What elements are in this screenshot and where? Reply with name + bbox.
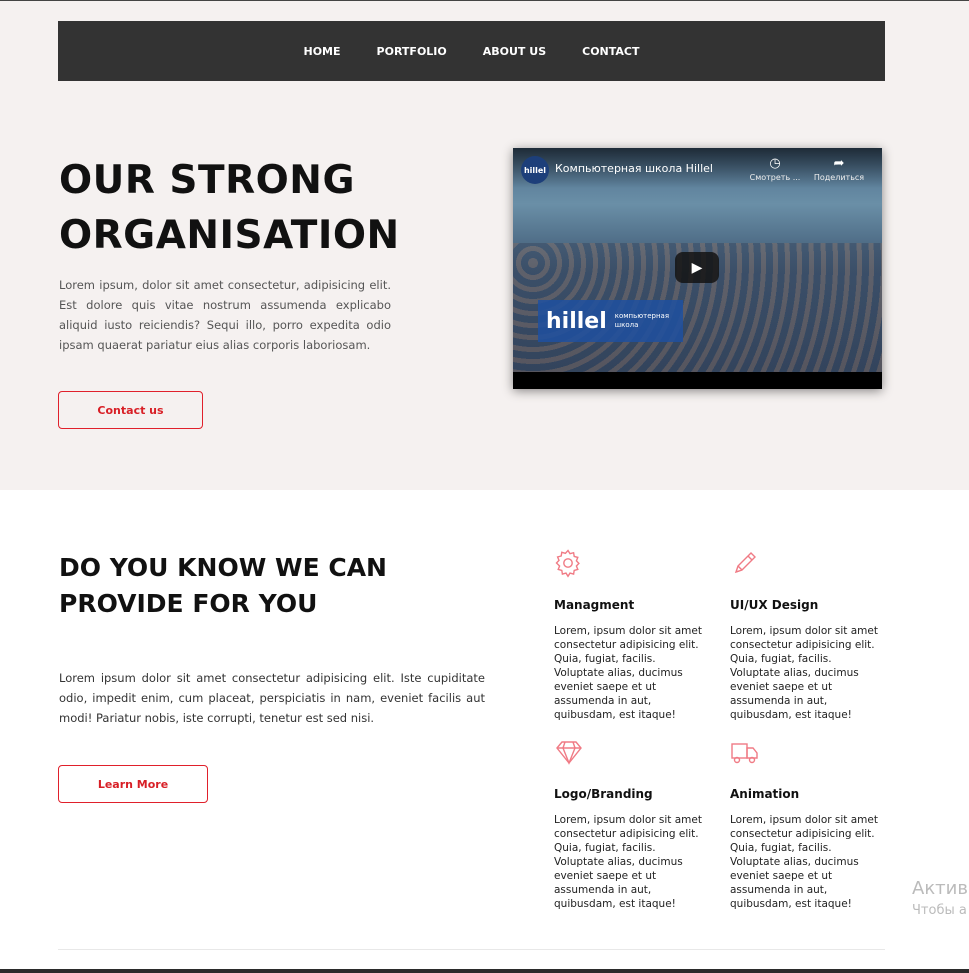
service-item-management: Managment Lorem, ipsum dolor sit amet co… bbox=[554, 548, 704, 721]
windows-activation-title: Актива bbox=[912, 878, 969, 899]
service-description: Lorem, ipsum dolor sit amet consectetur … bbox=[554, 814, 702, 910]
section-divider bbox=[58, 949, 885, 950]
service-description: Lorem, ipsum dolor sit amet consectetur … bbox=[730, 814, 878, 910]
share-arrow-icon: ➦ bbox=[833, 156, 845, 171]
channel-avatar[interactable]: hillel bbox=[521, 156, 549, 184]
hero-description: Lorem ipsum, dolor sit amet consectetur,… bbox=[59, 278, 391, 352]
nav-about-us[interactable]: ABOUT US bbox=[483, 45, 546, 58]
watch-later-button[interactable]: ◷ Смотреть ... bbox=[745, 156, 805, 182]
hero-title-line1: OUR STRONG bbox=[59, 158, 355, 203]
services-description: Lorem ipsum dolor sit amet consectetur a… bbox=[59, 671, 485, 725]
main-navbar: HOME PORTFOLIO ABOUT US CONTACT bbox=[58, 21, 885, 81]
service-description: Lorem, ipsum dolor sit amet consectetur … bbox=[730, 625, 878, 721]
play-button[interactable]: ▶ bbox=[675, 252, 719, 283]
nav-portfolio[interactable]: PORTFOLIO bbox=[377, 45, 447, 58]
contact-us-button[interactable]: Contact us bbox=[58, 391, 203, 429]
service-item-branding: Logo/Branding Lorem, ipsum dolor sit ame… bbox=[554, 737, 704, 910]
hillel-banner: hillel компьютерная школа bbox=[538, 300, 683, 342]
service-name: UI/UX Design bbox=[730, 598, 819, 612]
windows-activation-subtitle: Чтобы а bbox=[912, 903, 967, 918]
hero-section: HOME PORTFOLIO ABOUT US CONTACT OUR STRO… bbox=[0, 1, 969, 490]
pencil-icon bbox=[734, 552, 756, 574]
hillel-logo: hillel bbox=[546, 308, 607, 334]
services-title-line2: PROVIDE FOR YOU bbox=[59, 589, 318, 618]
learn-more-button[interactable]: Learn More bbox=[58, 765, 208, 803]
service-description: Lorem, ipsum dolor sit amet consectetur … bbox=[554, 625, 702, 721]
video-player[interactable]: hillel Компьютерная школа Hillel ◷ Смотр… bbox=[513, 148, 882, 389]
services-title: DO YOU KNOW WE CAN PROVIDE FOR YOU bbox=[59, 550, 387, 622]
video-title[interactable]: Компьютерная школа Hillel bbox=[555, 162, 713, 175]
play-icon: ▶ bbox=[691, 259, 703, 276]
service-name: Animation bbox=[730, 787, 800, 801]
hero-title: OUR STRONG ORGANISATION bbox=[59, 153, 400, 263]
share-button[interactable]: ➦ Поделиться bbox=[809, 156, 869, 182]
clock-icon: ◷ bbox=[769, 156, 781, 171]
hillel-banner-subtitle: компьютерная школа bbox=[614, 312, 670, 329]
service-name: Managment bbox=[554, 598, 635, 612]
video-thumbnail: hillel Компьютерная школа Hillel ◷ Смотр… bbox=[513, 148, 882, 372]
services-title-line1: DO YOU KNOW WE CAN bbox=[59, 553, 387, 582]
service-item-animation: Animation Lorem, ipsum dolor sit amet co… bbox=[730, 737, 880, 910]
truck-icon bbox=[731, 743, 758, 764]
nav-contact[interactable]: CONTACT bbox=[582, 45, 639, 58]
service-item-uiux: UI/UX Design Lorem, ipsum dolor sit amet… bbox=[730, 548, 880, 721]
hero-title-line2: ORGANISATION bbox=[59, 213, 400, 258]
gear-icon bbox=[555, 549, 580, 578]
share-label: Поделиться bbox=[813, 173, 865, 182]
nav-home[interactable]: HOME bbox=[304, 45, 341, 58]
watch-later-label: Смотреть ... bbox=[749, 173, 801, 182]
bottom-strip bbox=[0, 969, 969, 973]
diamond-icon bbox=[556, 741, 582, 765]
service-name: Logo/Branding bbox=[554, 787, 653, 801]
